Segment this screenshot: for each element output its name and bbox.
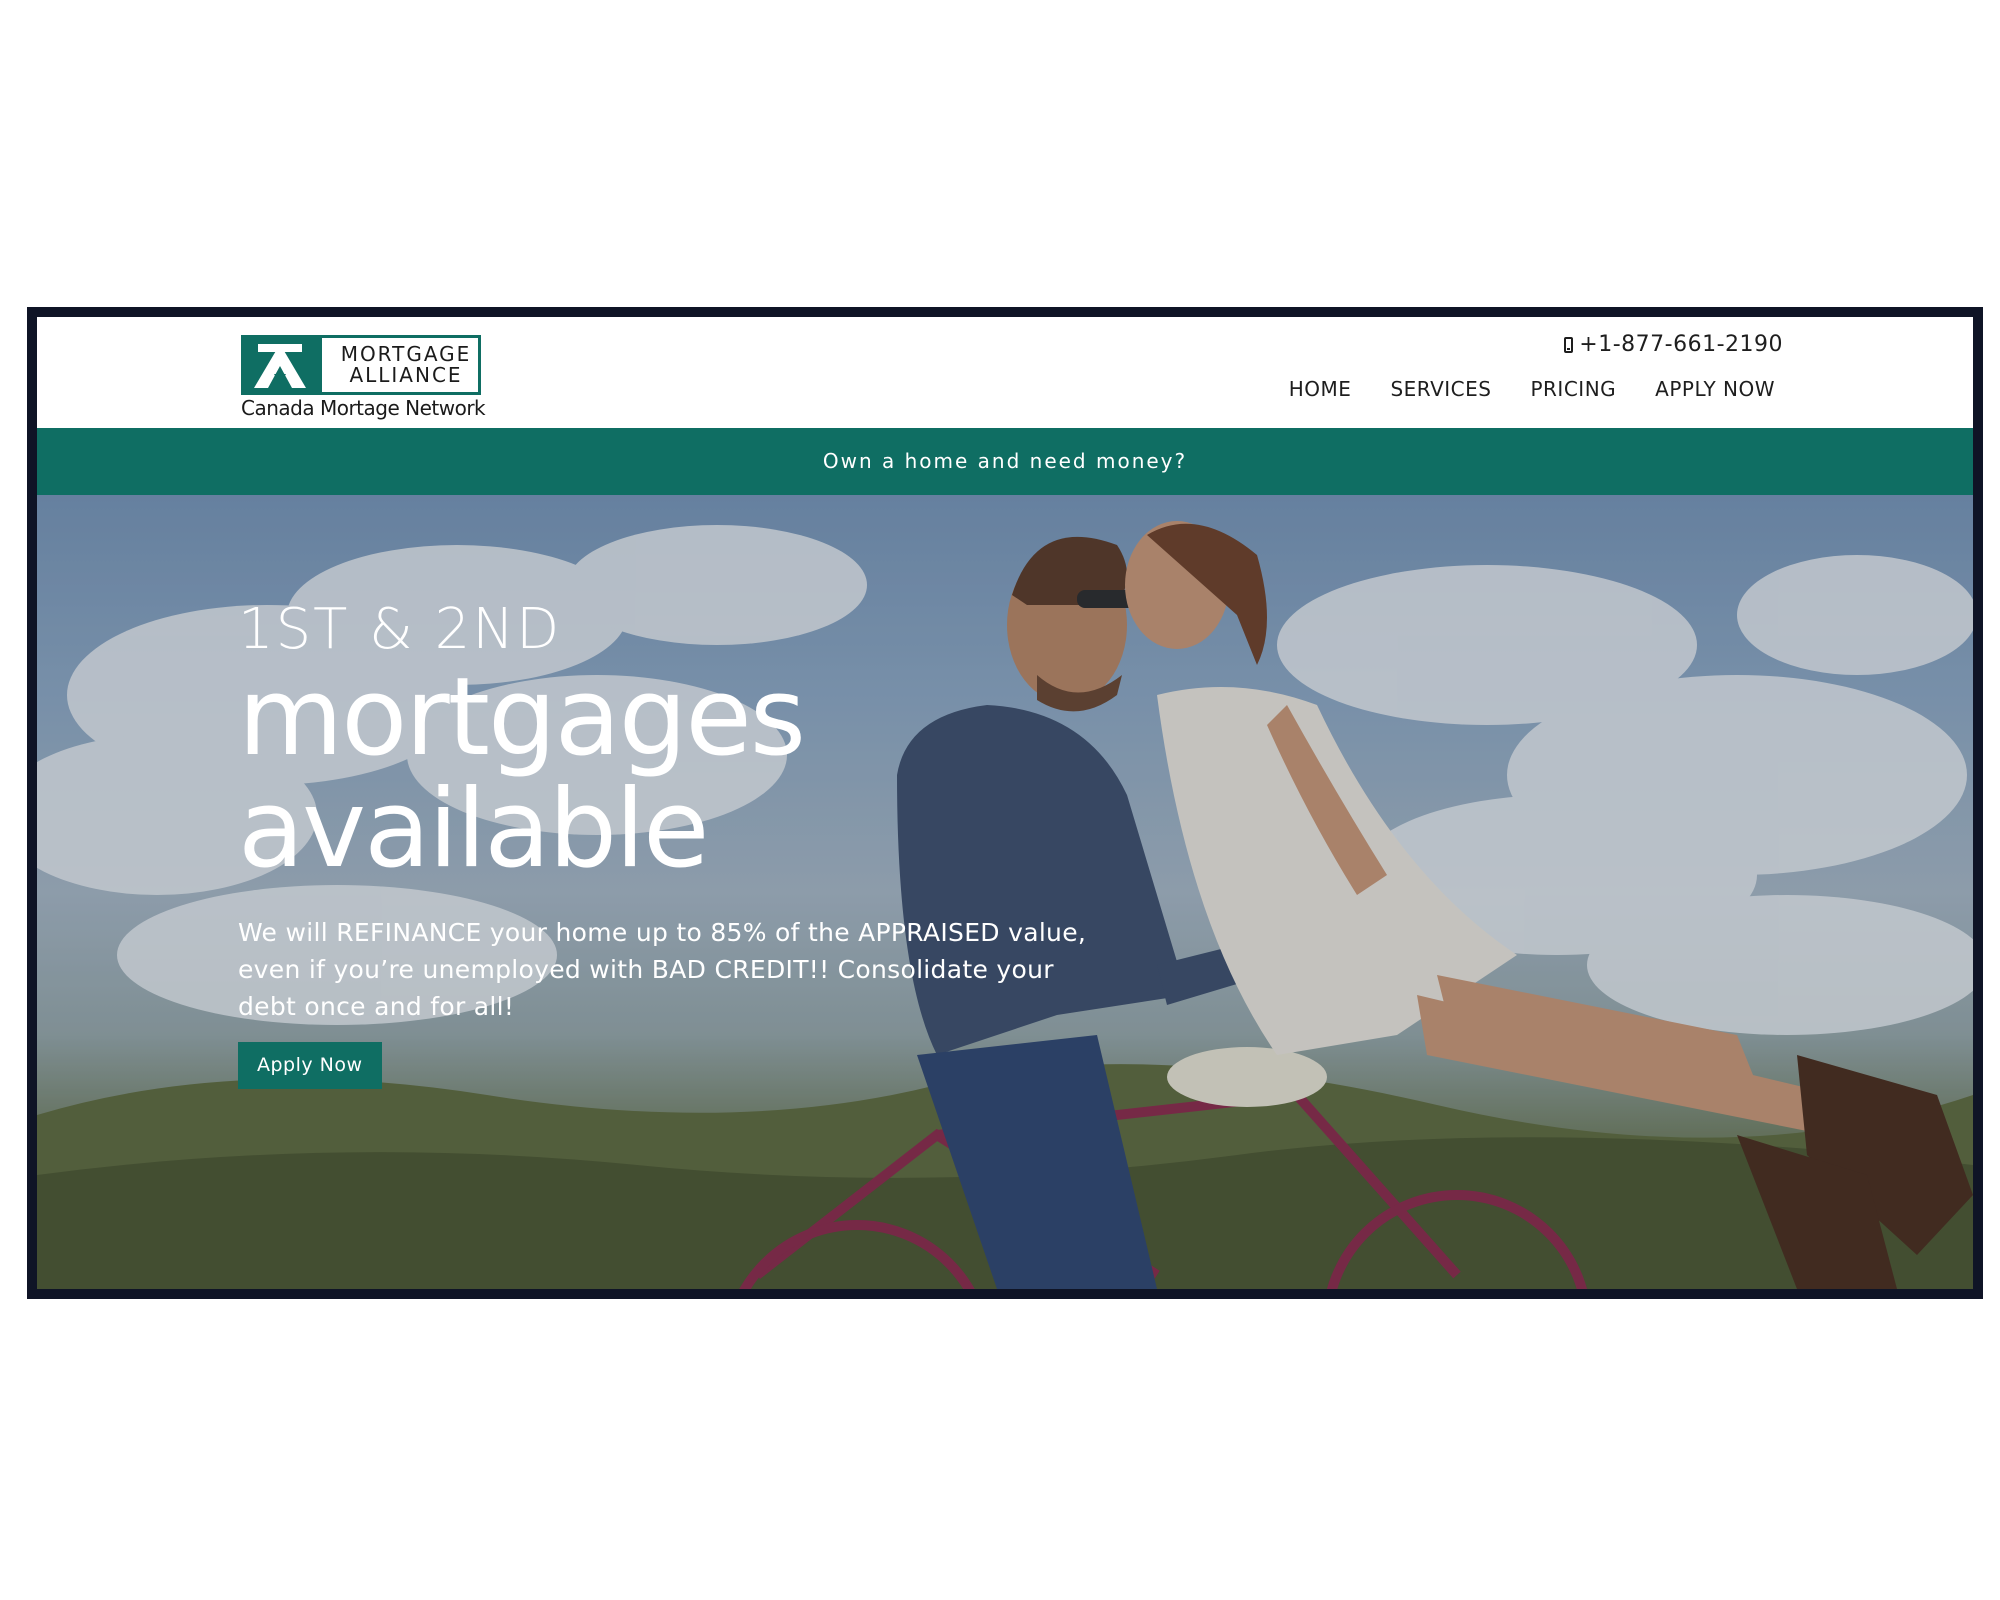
nav-services[interactable]: SERVICES [1390, 377, 1491, 401]
hero-description: We will REFINANCE your home up to 85% of… [238, 918, 1087, 1021]
nav-pricing[interactable]: PRICING [1530, 377, 1616, 401]
logo-line-2: ALLIANCE [349, 363, 463, 387]
main-nav: HOME SERVICES PRICING APPLY NOW [1289, 377, 1775, 401]
logo-box: MORTGAGE ALLIANCE [241, 335, 481, 395]
website: MORTGAGE ALLIANCE Canada Mortage Network… [37, 317, 1973, 1289]
logo-a-mark-icon [244, 338, 322, 392]
promo-banner-text: Own a home and need money? [822, 449, 1188, 473]
site-header: MORTGAGE ALLIANCE Canada Mortage Network… [37, 317, 1973, 428]
logo-wordmark: MORTGAGE ALLIANCE [336, 344, 476, 386]
site-logo[interactable]: MORTGAGE ALLIANCE Canada Mortage Network [241, 335, 486, 423]
screenshot-frame: MORTGAGE ALLIANCE Canada Mortage Network… [27, 307, 1983, 1299]
hero-content: 1ST & 2ND mortgages available We will RE… [238, 600, 1138, 1089]
apply-now-button[interactable]: Apply Now [238, 1042, 382, 1089]
promo-banner: Own a home and need money? [37, 428, 1973, 495]
logo-line-1: MORTGAGE [340, 342, 472, 366]
logo-tagline: Canada Mortage Network [241, 396, 486, 420]
hero-title-line-2: available [238, 767, 709, 892]
phone-number[interactable]: +1-877-661-2190 [1564, 332, 1783, 357]
nav-home[interactable]: HOME [1289, 377, 1352, 401]
hero-section: 1ST & 2ND mortgages available We will RE… [37, 495, 1973, 1289]
phone-number-text: +1-877-661-2190 [1579, 332, 1783, 357]
hero-title: mortgages available [238, 662, 1138, 886]
mobile-phone-icon [1564, 336, 1574, 353]
nav-apply-now[interactable]: APPLY NOW [1655, 377, 1775, 401]
hero-title-line-1: mortgages [238, 655, 806, 780]
hero-pre-title: 1ST & 2ND [238, 597, 562, 662]
